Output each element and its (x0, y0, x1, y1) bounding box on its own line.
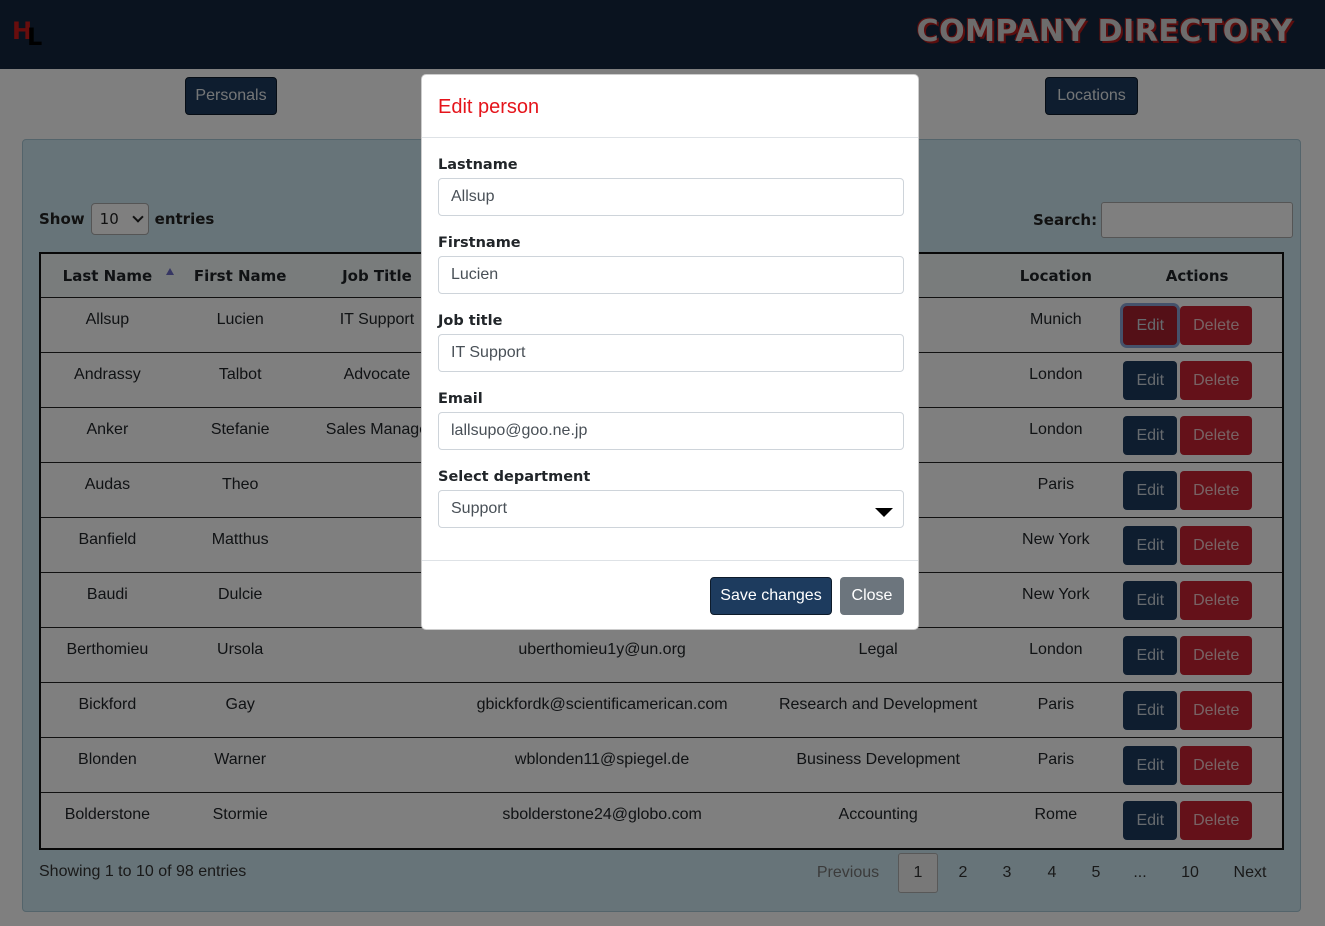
edit-person-modal: Edit person Lastname Allsup Firstname Lu… (421, 74, 919, 630)
email-input[interactable]: lallsupo@goo.ne.jp (438, 412, 904, 450)
email-label: Email (438, 391, 483, 407)
department-select-value: Support (451, 500, 508, 517)
jobtitle-label: Job title (438, 313, 503, 329)
department-select[interactable]: Support (438, 490, 904, 528)
close-button[interactable]: Close (840, 577, 904, 615)
lastname-input[interactable]: Allsup (438, 178, 904, 216)
firstname-label: Firstname (438, 235, 521, 251)
jobtitle-input[interactable]: IT Support (438, 334, 904, 372)
lastname-label: Lastname (438, 157, 518, 173)
modal-title: Edit person (438, 96, 540, 118)
firstname-input[interactable]: Lucien (438, 256, 904, 294)
caret-down-icon (875, 508, 893, 517)
modal-footer: Save changes Close (422, 560, 918, 630)
modal-header: Edit person (422, 75, 918, 138)
save-changes-button[interactable]: Save changes (710, 577, 832, 615)
department-label: Select department (438, 469, 591, 485)
